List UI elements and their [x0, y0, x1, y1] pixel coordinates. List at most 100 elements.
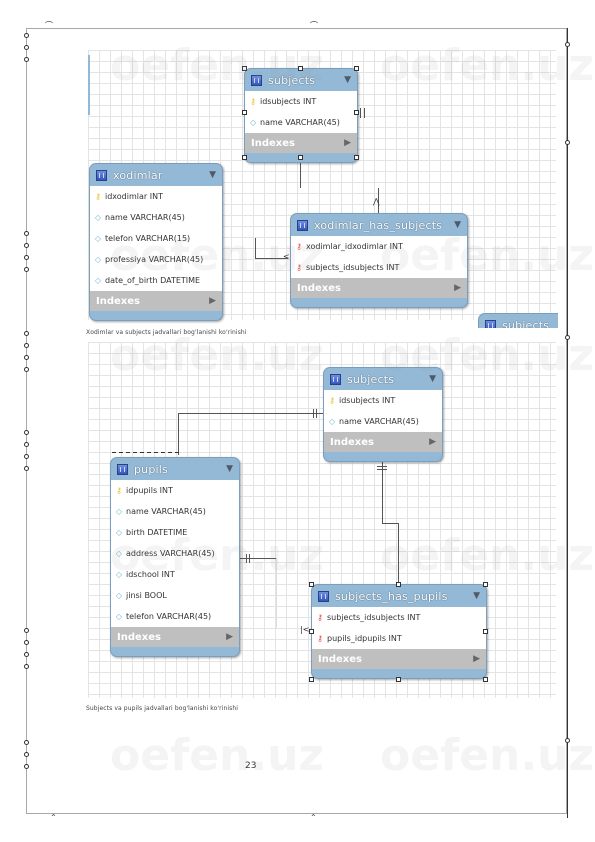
relation-line: [178, 413, 323, 414]
resize-handle[interactable]: [483, 677, 488, 682]
column-row[interactable]: ⚷ subjects_idsubjects INT: [312, 607, 486, 628]
table-name: subjects_has_pupils: [335, 589, 448, 603]
indexes-bar[interactable]: Indexes ▶: [90, 291, 222, 311]
column-row[interactable]: ◇ name VARCHAR(45): [245, 112, 357, 133]
table-name: subjects: [268, 73, 316, 87]
column-row[interactable]: ◇ professiya VARCHAR(45): [90, 249, 222, 270]
collapse-caret-icon[interactable]: ▼: [473, 591, 480, 601]
column-row[interactable]: ◇ telefon VARCHAR(15): [90, 228, 222, 249]
column-icon: ◇: [94, 276, 102, 285]
indexes-label: Indexes: [297, 282, 341, 294]
resize-handle[interactable]: [242, 110, 247, 115]
collapse-caret-icon[interactable]: ▼: [226, 464, 233, 474]
resize-handle[interactable]: [354, 155, 359, 160]
indexes-bar[interactable]: Indexes ▶: [324, 432, 442, 452]
column-row[interactable]: ◇ name VARCHAR(45): [111, 501, 239, 522]
table-icon: [318, 590, 329, 602]
page-number: 23: [245, 761, 257, 771]
column-row[interactable]: ◇ telefon VARCHAR(45): [111, 606, 239, 627]
table-header[interactable]: subjects ▼: [324, 368, 442, 390]
resize-handle[interactable]: [309, 582, 314, 587]
bottom-mark: ⌃: [310, 813, 317, 822]
column-label: subjects_idsubjects INT: [327, 613, 421, 622]
indexes-label: Indexes: [251, 137, 295, 149]
table-header[interactable]: subjects ▼: [245, 69, 357, 91]
column-row[interactable]: ◇ name VARCHAR(45): [324, 411, 442, 432]
collapse-caret-icon[interactable]: ▼: [344, 75, 351, 85]
resize-handle[interactable]: [242, 155, 247, 160]
column-row[interactable]: ◇ idschool INT: [111, 564, 239, 585]
collapse-caret-icon[interactable]: ▼: [209, 170, 216, 180]
table-xodimlar[interactable]: xodimlar ▼ ⚷ idxodimlar INT ◇ name VARCHAR…: [89, 163, 223, 321]
column-row[interactable]: ◇ address VARCHAR(45): [111, 543, 239, 564]
indexes-bar[interactable]: Indexes ▶: [245, 133, 357, 153]
crowfoot-marker: <: [283, 252, 290, 261]
column-row[interactable]: ⚷ idxodimlar INT: [90, 186, 222, 207]
resize-handle[interactable]: [298, 155, 303, 160]
resize-handle[interactable]: [483, 582, 488, 587]
column-row[interactable]: ⚷ xodimlar_idxodimlar INT: [291, 236, 467, 257]
resize-handle[interactable]: [298, 66, 303, 71]
table-header[interactable]: pupils ▼: [111, 458, 239, 480]
indexes-bar[interactable]: Indexes ▶: [312, 649, 486, 669]
column-row[interactable]: ◇ birth DATETIME: [111, 522, 239, 543]
indexes-label: Indexes: [318, 653, 362, 665]
margin-mark: [24, 33, 29, 38]
resize-handle[interactable]: [242, 66, 247, 71]
margin-mark: [565, 42, 570, 47]
table-subjects[interactable]: subjects ▼ ⚷ idsubjects INT ◇ name VARCHAR…: [244, 68, 358, 163]
margin-mark: [24, 343, 29, 348]
relation-line: [255, 238, 256, 258]
column-icon: ◇: [115, 612, 123, 621]
relation-line: [178, 413, 179, 455]
table-subjects-has-pupils[interactable]: subjects_has_pupils ▼ ⚷ subjects_idsubjec…: [311, 584, 487, 679]
margin-mark: [565, 335, 570, 340]
indexes-bar[interactable]: Indexes ▶: [111, 627, 239, 647]
column-label: professiya VARCHAR(45): [105, 255, 204, 264]
column-row[interactable]: ⚷ pupils_idpupils INT: [312, 628, 486, 649]
column-row[interactable]: ◇ name VARCHAR(45): [90, 207, 222, 228]
table-header[interactable]: subjects_has_pupils ▼: [312, 585, 486, 607]
margin-mark: [24, 454, 29, 459]
column-icon: ◇: [115, 591, 123, 600]
resize-handle[interactable]: [354, 66, 359, 71]
table-icon: [96, 169, 107, 181]
foreign-key-icon: ⚷: [296, 242, 302, 251]
column-row[interactable]: ◇ jinsi BOOL: [111, 585, 239, 606]
column-row[interactable]: ⚷ subjects_idsubjects INT: [291, 257, 467, 278]
table-pupils[interactable]: pupils ▼ ⚷ idpupils INT ◇ name VARCHAR(45)…: [110, 457, 240, 657]
column-label: idsubjects INT: [339, 396, 396, 405]
column-row[interactable]: ⚷ idsubjects INT: [245, 91, 357, 112]
column-row[interactable]: ⚷ idsubjects INT: [324, 390, 442, 411]
resize-handle[interactable]: [396, 582, 401, 587]
collapse-caret-icon[interactable]: ▼: [429, 374, 436, 384]
table-header[interactable]: xodimlar ▼: [90, 164, 222, 186]
indexes-bar[interactable]: Indexes ▶: [291, 278, 467, 298]
margin-mark: [24, 764, 29, 769]
table-icon: [117, 463, 128, 475]
margin-mark: [565, 738, 570, 743]
relation-line: [112, 452, 180, 453]
cardinality-marker: [316, 409, 317, 418]
table-subjects[interactable]: subjects ▼ ⚷ idsubjects INT ◇ name VARCHAR…: [323, 367, 443, 462]
resize-handle[interactable]: [309, 629, 314, 634]
resize-handle[interactable]: [396, 677, 401, 682]
relation-line: [276, 558, 277, 628]
resize-handle[interactable]: [483, 629, 488, 634]
collapse-caret-icon[interactable]: ▼: [454, 220, 461, 230]
margin-mark: [24, 57, 29, 62]
table-header[interactable]: xodimlar_has_subjects ▼: [291, 214, 467, 236]
relation-line: [360, 108, 361, 118]
table-xodimlar-has-subjects[interactable]: xodimlar_has_subjects ▼ ⚷ xodimlar_idxodi…: [290, 213, 468, 308]
relation-line: [382, 462, 383, 524]
column-row[interactable]: ⚷ idpupils INT: [111, 480, 239, 501]
figure-caption: Subjects va pupils jadvallari bog'lanish…: [86, 705, 239, 712]
resize-handle[interactable]: [354, 110, 359, 115]
table-icon: [330, 373, 341, 385]
resize-handle[interactable]: [309, 677, 314, 682]
relation-line: [398, 523, 399, 583]
expand-arrow-icon: ▶: [429, 437, 436, 447]
primary-key-icon: ⚷: [329, 396, 335, 405]
expand-arrow-icon: ▶: [344, 138, 351, 148]
column-row[interactable]: ◇ date_of_birth DATETIME: [90, 270, 222, 291]
